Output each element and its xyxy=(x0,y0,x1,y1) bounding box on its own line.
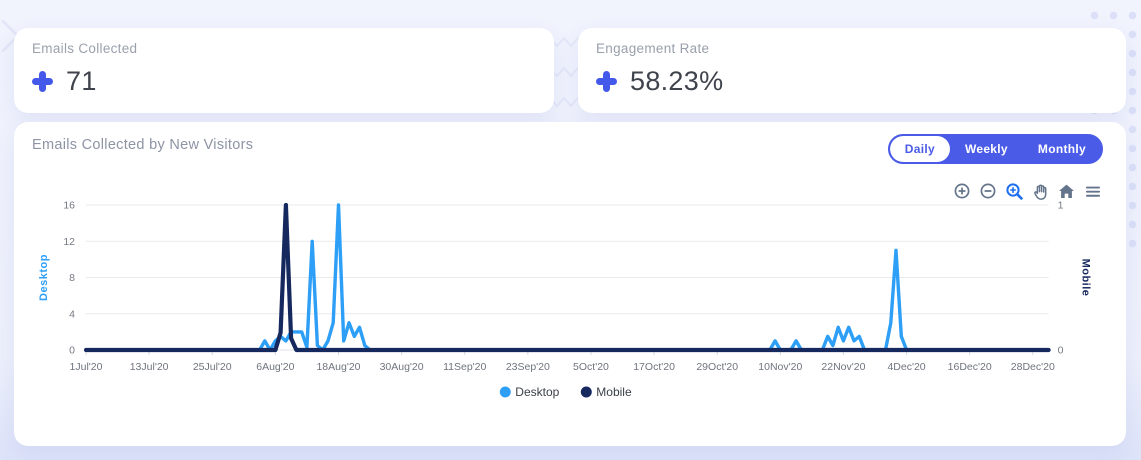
toggle-monthly[interactable]: Monthly xyxy=(1023,136,1101,162)
x-tick-label: 23Sep'20 xyxy=(506,361,550,373)
stat-value: 58.23% xyxy=(630,66,723,97)
y-right-tick-label: 0 xyxy=(1058,345,1064,357)
x-tick-label: 4Dec'20 xyxy=(887,361,925,373)
period-toggle: Daily Weekly Monthly xyxy=(888,134,1103,164)
y-left-tick-label: 16 xyxy=(63,200,75,212)
plus-icon xyxy=(32,71,53,92)
x-tick-label: 17Oct'20 xyxy=(633,361,675,373)
x-tick-label: 6Aug'20 xyxy=(256,361,294,373)
x-tick-label: 10Nov'20 xyxy=(758,361,802,373)
x-tick-label: 5Oct'20 xyxy=(573,361,609,373)
toggle-daily[interactable]: Daily xyxy=(890,136,950,162)
y-right-tick-label: 1 xyxy=(1058,200,1064,212)
y-left-tick-label: 12 xyxy=(63,236,75,248)
x-tick-label: 13Jul'20 xyxy=(130,361,169,373)
x-tick-label: 30Aug'20 xyxy=(380,361,424,373)
x-tick-label: 1Jul'20 xyxy=(70,361,103,373)
x-tick-label: 22Nov'20 xyxy=(821,361,865,373)
stat-label: Emails Collected xyxy=(32,41,137,56)
legend-label-desktop[interactable]: Desktop xyxy=(515,385,559,399)
legend-label-mobile[interactable]: Mobile xyxy=(596,385,632,399)
x-tick-label: 29Oct'20 xyxy=(696,361,738,373)
y-left-tick-label: 8 xyxy=(69,272,75,284)
dashboard-page: { "stats": [ { "label": "Emails Collecte… xyxy=(0,0,1141,460)
emails-line-chart[interactable]: 0 4 8 12 16 0 1 1Jul'20 13Jul'20 25Jul'20 6Aug'20 1… xyxy=(14,180,1126,438)
stat-card-emails-collected: Emails Collected 71 xyxy=(14,28,554,113)
stat-value: 71 xyxy=(66,66,97,97)
x-tick-label: 11Sep'20 xyxy=(443,361,486,373)
x-tick-label: 18Aug'20 xyxy=(316,361,360,373)
stat-label: Engagement Rate xyxy=(596,41,709,56)
x-tick-label: 16Dec'20 xyxy=(948,361,992,373)
x-tick-label: 28Dec'20 xyxy=(1011,361,1055,373)
toggle-weekly[interactable]: Weekly xyxy=(950,136,1023,162)
plus-icon xyxy=(596,71,617,92)
legend-marker-desktop[interactable] xyxy=(500,387,511,398)
emails-chart-card: Emails Collected by New Visitors Daily W… xyxy=(14,122,1126,446)
chart-title: Emails Collected by New Visitors xyxy=(32,137,253,153)
stat-card-engagement-rate: Engagement Rate 58.23% xyxy=(578,28,1126,113)
y-left-tick-label: 4 xyxy=(69,308,75,320)
x-tick-label: 25Jul'20 xyxy=(193,361,232,373)
legend-marker-mobile[interactable] xyxy=(581,387,592,398)
y-right-axis-title: Mobile xyxy=(1080,259,1092,297)
y-left-axis-title: Desktop xyxy=(38,254,50,301)
y-left-tick-label: 0 xyxy=(69,345,75,357)
